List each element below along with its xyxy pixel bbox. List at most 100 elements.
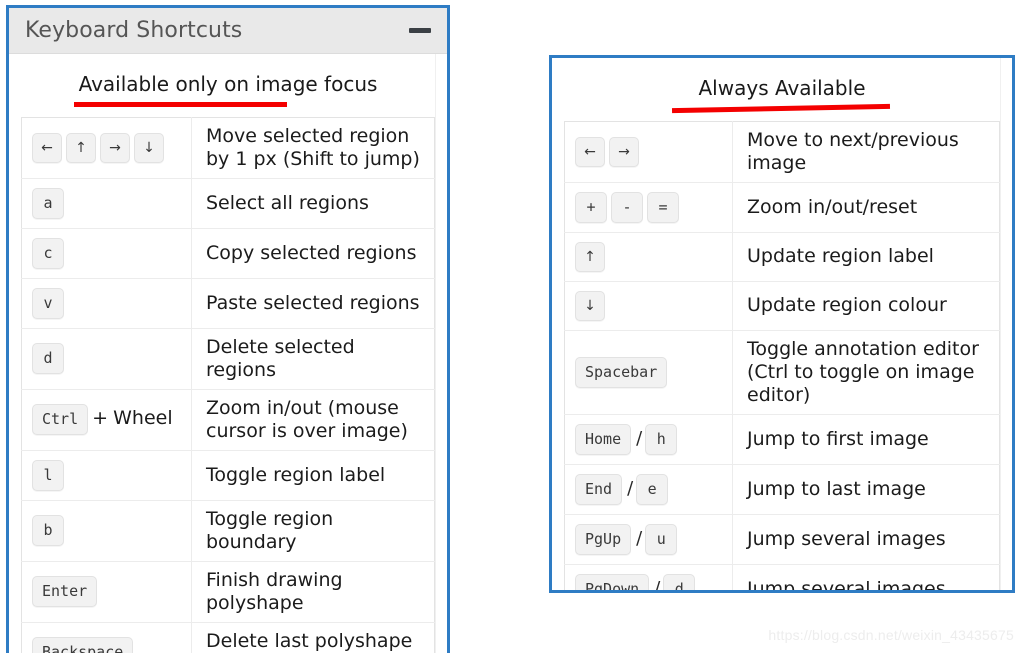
shortcut-keys-cell: ← ↑ → ↓ bbox=[21, 117, 192, 179]
keys-group: Ctrl + Wheel bbox=[32, 402, 185, 437]
key-wheel-label: Wheel bbox=[113, 407, 173, 430]
key-b[interactable]: b bbox=[32, 515, 64, 547]
keyboard-shortcuts-window: Keyboard Shortcuts Available only on ima… bbox=[6, 5, 450, 653]
key-equals[interactable]: = bbox=[647, 191, 679, 223]
shortcut-description: Toggle annotation editor (Ctrl to toggle… bbox=[732, 329, 1000, 415]
shortcut-keys-cell: Backspace bbox=[21, 621, 192, 653]
shortcut-description: Jump to first image bbox=[732, 413, 1000, 465]
table-row: a Select all regions bbox=[21, 177, 435, 229]
left-panel-body: Available only on image focus ← ↑ → ↓ Move s… bbox=[9, 54, 447, 653]
key-d[interactable]: d bbox=[663, 573, 696, 590]
table-row: c Copy selected regions bbox=[21, 227, 435, 279]
right-heading-underline bbox=[671, 103, 891, 114]
shortcut-keys-cell: ← → bbox=[564, 121, 733, 183]
left-panel-scrollbar[interactable] bbox=[435, 54, 447, 653]
shortcut-keys-cell: ↑ bbox=[564, 231, 733, 282]
shortcut-keys-cell: d bbox=[21, 327, 192, 390]
shortcut-keys-cell: v bbox=[21, 277, 192, 329]
keys-group: l bbox=[32, 458, 185, 493]
shortcut-description: Jump several images bbox=[732, 563, 1000, 590]
shortcut-keys-cell: Ctrl + Wheel bbox=[21, 388, 192, 451]
shortcut-description: Jump to last image bbox=[732, 463, 1000, 515]
shortcut-description: Move to next/previous image bbox=[747, 129, 959, 174]
key-arrow-down[interactable]: ↓ bbox=[575, 290, 605, 321]
shortcut-description: Toggle region boundary bbox=[191, 499, 435, 562]
shortcut-keys-cell: a bbox=[21, 177, 192, 229]
key-arrow-left[interactable]: ← bbox=[575, 136, 605, 167]
shortcut-description: Select all regions bbox=[191, 177, 435, 229]
window-titlebar: Keyboard Shortcuts bbox=[9, 8, 447, 54]
key-u[interactable]: u bbox=[645, 523, 678, 555]
key-spacebar[interactable]: Spacebar bbox=[575, 356, 668, 388]
shortcut-keys-cell: PgDown / d bbox=[564, 563, 733, 590]
table-row: + - = Zoom in/out/reset bbox=[564, 181, 1000, 233]
keys-group: Home / h bbox=[575, 422, 726, 457]
keys-group: PgUp / u bbox=[575, 522, 726, 557]
key-h[interactable]: h bbox=[645, 423, 678, 455]
key-enter[interactable]: Enter bbox=[32, 576, 98, 608]
key-separator: / bbox=[654, 577, 661, 590]
key-backspace[interactable]: Backspace bbox=[32, 637, 134, 653]
table-row: ← ↑ → ↓ Move selected region by 1 px (Shift … bbox=[21, 117, 435, 179]
key-separator: / bbox=[636, 527, 643, 549]
table-row: Spacebar Toggle annotation editor (Ctrl t… bbox=[564, 329, 1000, 415]
table-row: Ctrl + Wheel Zoom in/out (mouse cursor is … bbox=[21, 388, 435, 451]
keys-group: a bbox=[32, 186, 185, 221]
key-minus[interactable]: - bbox=[611, 191, 643, 223]
keys-group: ← → bbox=[575, 135, 726, 169]
table-row: Enter Finish drawing polyshape bbox=[21, 560, 435, 623]
key-arrow-down[interactable]: ↓ bbox=[134, 132, 164, 163]
key-home[interactable]: Home bbox=[575, 423, 632, 455]
keys-group: ↓ bbox=[575, 289, 726, 323]
left-section-heading: Available only on image focus bbox=[9, 54, 447, 111]
keys-group: v bbox=[32, 286, 185, 321]
left-heading-text: Available only on image focus bbox=[78, 72, 378, 96]
table-row: ↑ Update region label bbox=[564, 231, 1000, 282]
key-arrow-right[interactable]: → bbox=[100, 132, 130, 163]
key-plus[interactable]: + bbox=[575, 191, 607, 223]
shortcut-description: Update region colour bbox=[732, 280, 1000, 331]
shortcut-description: Copy selected regions bbox=[191, 227, 435, 279]
key-a[interactable]: a bbox=[32, 187, 64, 219]
watermark: https://blog.csdn.net/weixin_43435675 bbox=[768, 627, 1014, 643]
key-pgdown[interactable]: PgDown bbox=[575, 573, 650, 590]
shortcut-description: Toggle region label bbox=[191, 449, 435, 501]
right-section-heading: Always Available bbox=[552, 58, 1012, 115]
keys-group: ← ↑ → ↓ bbox=[32, 131, 185, 165]
shortcut-keys-cell: Enter bbox=[21, 560, 192, 623]
key-d[interactable]: d bbox=[32, 343, 64, 375]
key-plus-separator: + bbox=[92, 407, 109, 430]
key-e[interactable]: e bbox=[636, 473, 669, 505]
keys-group: End / e bbox=[575, 472, 726, 507]
table-row: ↓ Update region colour bbox=[564, 280, 1000, 331]
shortcut-description: Delete selected regions bbox=[191, 327, 435, 390]
keys-group: Enter bbox=[32, 574, 185, 609]
right-panel-scrollbar[interactable] bbox=[1000, 58, 1012, 590]
key-l[interactable]: l bbox=[32, 459, 64, 491]
shortcut-description: Finish drawing polyshape bbox=[191, 560, 435, 623]
table-row: v Paste selected regions bbox=[21, 277, 435, 329]
key-pgup[interactable]: PgUp bbox=[575, 523, 632, 555]
shortcut-description: Delete last polyshape vertex bbox=[191, 621, 435, 653]
minimize-button[interactable] bbox=[407, 18, 433, 44]
key-arrow-up[interactable]: ↑ bbox=[66, 132, 96, 163]
key-arrow-right[interactable]: → bbox=[609, 136, 639, 167]
page-title: Keyboard Shortcuts bbox=[25, 18, 243, 43]
key-end[interactable]: End bbox=[575, 473, 623, 505]
key-c[interactable]: c bbox=[32, 237, 64, 269]
key-ctrl[interactable]: Ctrl bbox=[32, 404, 89, 436]
left-shortcuts-table: ← ↑ → ↓ Move selected region by 1 px (Shift … bbox=[21, 117, 435, 653]
key-v[interactable]: v bbox=[32, 287, 64, 319]
keys-group: + - = bbox=[575, 190, 726, 225]
key-arrow-up[interactable]: ↑ bbox=[575, 241, 605, 272]
right-heading-text: Always Available bbox=[698, 76, 866, 100]
keys-group: PgDown / d bbox=[575, 572, 726, 590]
keys-group: b bbox=[32, 513, 185, 548]
shortcut-keys-cell: l bbox=[21, 449, 192, 501]
keys-group: Backspace bbox=[32, 635, 185, 653]
shortcut-description: Move selected region by 1 px (Shift to j… bbox=[206, 125, 420, 170]
key-arrow-left[interactable]: ← bbox=[32, 132, 62, 163]
left-heading-underline bbox=[74, 102, 287, 107]
table-row: PgUp / u Jump several images bbox=[564, 513, 1000, 565]
right-panel-body: Always Available ← → Move to next/previous… bbox=[552, 58, 1012, 590]
